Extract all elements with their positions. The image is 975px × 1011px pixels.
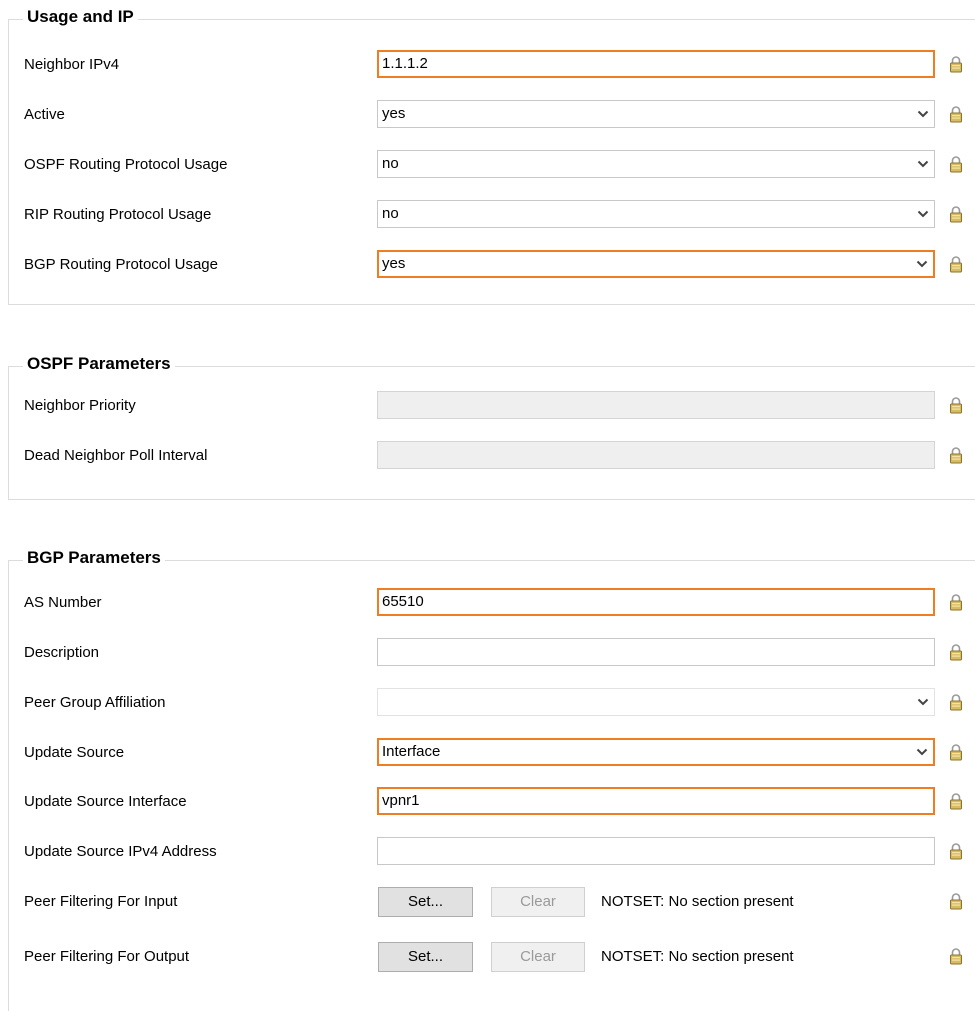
row-filter-output: Peer Filtering For Output Set... Clear N… [9, 941, 975, 973]
filter-input-status: NOTSET: No section present [601, 893, 794, 910]
active-label: Active [24, 106, 65, 123]
as-number-input[interactable]: 65510 [377, 588, 935, 616]
row-neighbor-priority: Neighbor Priority [9, 390, 975, 422]
active-select[interactable]: yes [377, 100, 935, 128]
peer-group-label: Peer Group Affiliation [24, 694, 166, 711]
lock-icon[interactable] [949, 105, 963, 123]
dead-poll-interval-label: Dead Neighbor Poll Interval [24, 447, 208, 464]
row-as-number: AS Number 65510 [9, 587, 975, 619]
filter-output-set-button[interactable]: Set... [378, 942, 473, 972]
ospf-usage-value: no [382, 155, 399, 172]
description-label: Description [24, 644, 100, 661]
bgp-usage-select[interactable]: yes [377, 250, 935, 278]
lock-icon[interactable] [949, 743, 963, 761]
lock-icon[interactable] [949, 792, 963, 810]
bgp-params-group: BGP Parameters AS Number 65510 Descripti… [8, 548, 975, 1011]
lock-icon[interactable] [949, 693, 963, 711]
neighbor-priority-label: Neighbor Priority [24, 397, 136, 414]
usage-ip-group: Usage and IP Neighbor IPv4 1.1.1.2 Activ… [8, 7, 975, 305]
row-bgp-usage: BGP Routing Protocol Usage yes [9, 249, 975, 281]
update-source-interface-input[interactable]: vpnr1 [377, 787, 935, 815]
ospf-usage-select[interactable]: no [377, 150, 935, 178]
row-description: Description [9, 637, 975, 669]
ospf-usage-label: OSPF Routing Protocol Usage [24, 156, 228, 173]
ospf-params-title: OSPF Parameters [23, 354, 175, 374]
row-peer-group: Peer Group Affiliation [9, 687, 975, 719]
bgp-usage-value: yes [382, 255, 406, 272]
rip-usage-select[interactable]: no [377, 200, 935, 228]
chevron-down-icon[interactable] [914, 256, 930, 272]
chevron-down-icon[interactable] [915, 206, 931, 222]
neighbor-ipv4-label: Neighbor IPv4 [24, 56, 120, 73]
row-dead-poll-interval: Dead Neighbor Poll Interval [9, 440, 975, 472]
usage-ip-title: Usage and IP [23, 7, 138, 27]
row-update-source-interface: Update Source Interface vpnr1 [9, 786, 975, 818]
row-active: Active yes [9, 99, 975, 131]
lock-icon[interactable] [949, 255, 963, 273]
description-input[interactable] [377, 638, 935, 666]
peer-group-select[interactable] [377, 688, 935, 716]
lock-icon[interactable] [949, 842, 963, 860]
lock-icon[interactable] [949, 55, 963, 73]
row-filter-input: Peer Filtering For Input Set... Clear NO… [9, 886, 975, 918]
filter-input-set-button[interactable]: Set... [378, 887, 473, 917]
row-ospf-usage: OSPF Routing Protocol Usage no [9, 149, 975, 181]
rip-usage-label: RIP Routing Protocol Usage [24, 206, 212, 223]
chevron-down-icon[interactable] [915, 106, 931, 122]
lock-icon[interactable] [949, 155, 963, 173]
bgp-params-title: BGP Parameters [23, 548, 165, 568]
rip-usage-value: no [382, 205, 399, 222]
chevron-down-icon[interactable] [915, 156, 931, 172]
lock-icon[interactable] [949, 396, 963, 414]
row-update-source: Update Source Interface [9, 737, 975, 769]
lock-icon[interactable] [949, 446, 963, 464]
lock-icon[interactable] [949, 947, 963, 965]
filter-input-clear-button: Clear [491, 887, 585, 917]
lock-icon[interactable] [949, 593, 963, 611]
ospf-params-group: OSPF Parameters Neighbor Priority Dead N… [8, 354, 975, 500]
as-number-label: AS Number [24, 594, 102, 611]
chevron-down-icon[interactable] [915, 694, 931, 710]
bgp-usage-label: BGP Routing Protocol Usage [24, 256, 218, 273]
row-neighbor-ipv4: Neighbor IPv4 1.1.1.2 [9, 49, 975, 81]
lock-icon[interactable] [949, 892, 963, 910]
active-value: yes [382, 105, 406, 122]
update-source-interface-label: Update Source Interface [24, 793, 187, 810]
neighbor-ipv4-input[interactable]: 1.1.1.2 [377, 50, 935, 78]
chevron-down-icon[interactable] [914, 744, 930, 760]
neighbor-priority-input [377, 391, 935, 419]
row-update-source-ipv4: Update Source IPv4 Address [9, 836, 975, 868]
update-source-select[interactable]: Interface [377, 738, 935, 766]
filter-output-clear-button: Clear [491, 942, 585, 972]
lock-icon[interactable] [949, 205, 963, 223]
update-source-ipv4-input[interactable] [377, 837, 935, 865]
filter-output-label: Peer Filtering For Output [24, 948, 190, 965]
filter-input-label: Peer Filtering For Input [24, 893, 178, 910]
row-rip-usage: RIP Routing Protocol Usage no [9, 199, 975, 231]
update-source-value: Interface [382, 743, 441, 760]
filter-output-status: NOTSET: No section present [601, 948, 794, 965]
update-source-ipv4-label: Update Source IPv4 Address [24, 843, 217, 860]
dead-poll-interval-input [377, 441, 935, 469]
lock-icon[interactable] [949, 643, 963, 661]
update-source-label: Update Source [24, 744, 125, 761]
